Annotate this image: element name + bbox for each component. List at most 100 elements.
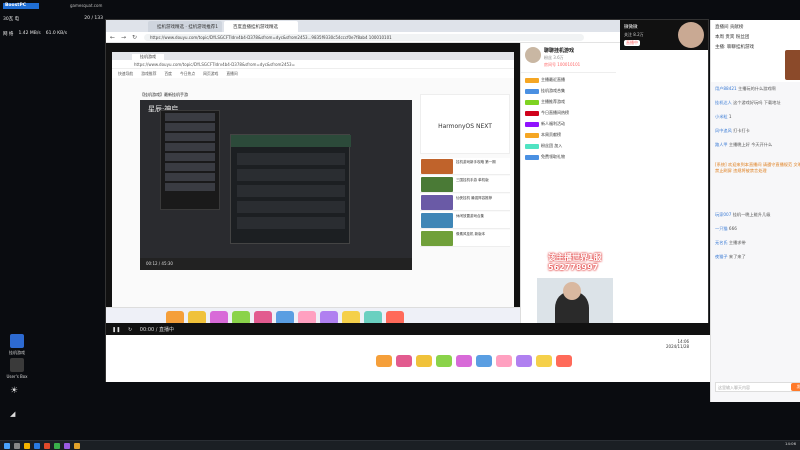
overlay-net-label: 网 络 (3, 32, 14, 37)
overlay-download: 61.0 KB/s (45, 31, 68, 36)
inner-tab-strip: 挂机游戏 (112, 52, 514, 60)
streamer-name: 聊聊挂机游戏 (544, 48, 575, 54)
side-video-item: 三国挂机手游 单机版 (420, 176, 510, 193)
avatar[interactable] (525, 47, 541, 63)
refresh-icon[interactable]: ↻ (128, 327, 132, 333)
inner-video-frame: 星辰·神启 (140, 100, 412, 258)
panel-item[interactable]: 本周贡献榜 (525, 132, 612, 141)
chat-message: 挂机达人 这个游戏好玩吗 下载地址 (715, 100, 781, 105)
bottom-gift-area: 14:06 2024/11/28 (106, 335, 710, 382)
start-icon[interactable] (4, 443, 10, 449)
bookmark: 直播间 (226, 71, 238, 76)
app-icon[interactable] (54, 443, 60, 449)
game-panel-header (231, 135, 351, 147)
brightness-icon[interactable]: ☀ (10, 386, 18, 396)
inner-video-page: 【挂机游戏】最新挂机手游 星辰·神启 00:12 / 45:30 Harmony… (112, 78, 514, 314)
chat-header-row[interactable]: 本周 贵宾 粉丝团 (715, 34, 749, 40)
taskbar: 14:06 (0, 440, 800, 450)
mini-cam-name: 微微微 (624, 25, 638, 30)
room-number: 房间号 100010101 (544, 62, 581, 67)
bookmark: 百度 (164, 71, 172, 76)
streamer-mini-cam: 微微微 关注 8.2万 直播中 (620, 20, 708, 50)
bookmark: 今日热点 (179, 71, 196, 76)
url-input[interactable]: https://www.douyu.com/topic/DYLSGCFTldrv… (144, 34, 584, 41)
system-clock: 14:06 (785, 441, 796, 446)
gift-icon[interactable] (436, 355, 452, 367)
panel-item[interactable]: 新人福利活动 (525, 121, 612, 130)
stream-video[interactable]: 挂机游戏 https://www.douyu.com/topic/DYLSGCF… (106, 43, 520, 323)
app-logo: BoostPC (3, 3, 39, 9)
gift-icon[interactable] (456, 355, 472, 367)
inner-bookmarks: 快速导航 游戏推荐 百度 今日热点 网页游戏 直播间 (112, 69, 514, 78)
gift-icon[interactable] (516, 355, 532, 367)
streamer-photo (678, 22, 704, 48)
app-icon[interactable] (44, 443, 50, 449)
ad-brand: HarmonyOS NEXT (438, 123, 492, 130)
event-banner[interactable] (785, 50, 800, 80)
gift-icon[interactable] (396, 355, 412, 367)
chat-message: 小米粒 1 (715, 114, 732, 119)
streamer-card: 聊聊挂机游戏 粉丝 3.6万 房间号 100010101 (521, 43, 616, 73)
bookmark: 网页游戏 (203, 71, 219, 76)
ad-card: HarmonyOS NEXT (420, 94, 510, 154)
inner-video-title: 【挂机游戏】最新挂机手游 (140, 92, 188, 97)
panel-item[interactable]: 粉丝团 加入 (525, 143, 612, 152)
side-video-item: 像素风挂机 新版本 (420, 230, 510, 247)
game-app-icon (10, 334, 24, 348)
browser-icon[interactable] (34, 443, 40, 449)
gift-icon[interactable] (536, 355, 552, 367)
chat-header-row[interactable]: 直播间 贡献榜 (715, 24, 743, 30)
panel-item[interactable]: 挂机游戏合集 (525, 88, 612, 97)
chat-message: 无名氏 主播求带 (715, 240, 746, 245)
desktop-icon-label: 挂机游戏 (9, 350, 25, 355)
side-video-item: 挂机游戏新手攻略 第一期 (420, 158, 510, 175)
chat-panel: 直播间 贡献榜 本周 贵宾 粉丝团 主播: 聊聊挂机游戏 用户88421 主播玩… (710, 20, 800, 402)
panel-item[interactable]: 主播推荐游戏 (525, 99, 612, 108)
gift-icon[interactable] (556, 355, 572, 367)
panel-item[interactable]: 主播最近直播 (525, 77, 612, 86)
game-panel (230, 134, 351, 244)
overlay-volume-label: 30瓦 电 (3, 17, 20, 22)
chat-header-row: 主播: 聊聊挂机游戏 (715, 45, 754, 50)
chat-input[interactable]: 这里输入聊天内容 (715, 382, 800, 392)
panel-item[interactable]: 今日直播间热榜 (525, 110, 612, 119)
gift-icon[interactable] (496, 355, 512, 367)
tab-2[interactable]: 百度直播挂机游戏精选 (224, 21, 298, 32)
desktop-icon-userbox[interactable]: User's Box (4, 358, 30, 379)
back-icon[interactable]: ← (108, 33, 117, 42)
player-controls: ❚❚ ↻ 00:00 / 直播中 (106, 323, 710, 335)
desktop-icon-game[interactable]: 挂机游戏 (4, 334, 30, 356)
side-video-item: 仙侠挂机 最强阵容推荐 (420, 194, 510, 211)
mini-cam-followers: 关注 8.2万 (624, 32, 644, 37)
folder-icon[interactable] (24, 443, 30, 449)
overlay-row-net: 网 络 1.42 MB/s 61.0 KB/s (3, 31, 103, 37)
signal-icon[interactable]: ◢ (10, 410, 15, 418)
chat-message: 一只猫 666 (715, 226, 737, 231)
game-menu (160, 110, 220, 210)
send-button[interactable]: 发送 (791, 383, 800, 391)
side-video-item: 休闲放置游戏合集 (420, 212, 510, 229)
app-icon[interactable] (74, 443, 80, 449)
chat-message: 路人甲 主播晚上好 今天开什么 (715, 142, 773, 147)
tab-1[interactable]: 挂机游戏精选 · 挂机游戏推荐1 (148, 21, 222, 32)
pause-icon[interactable]: ❚❚ (112, 327, 120, 333)
stream-overlay-text: 该主播世界1服 562778997 (548, 253, 602, 272)
gift-icon[interactable] (416, 355, 432, 367)
inner-browser: 挂机游戏 https://www.douyu.com/topic/DYLSGCF… (112, 52, 514, 314)
chat-header: 直播间 贡献榜 本周 贵宾 粉丝团 主播: 聊聊挂机游戏 (711, 20, 800, 82)
gift-icon[interactable] (476, 355, 492, 367)
inner-video-controls: 00:12 / 45:30 (140, 258, 412, 270)
gift-icon[interactable] (376, 355, 392, 367)
overlay-fps: 20 / 133 (84, 16, 103, 21)
player-clock: 14:06 2024/11/28 (666, 339, 690, 349)
folder-icon (10, 358, 24, 372)
app-icon[interactable] (64, 443, 70, 449)
chat-message: 玩家007 挂机一晚上能升几级 (715, 212, 771, 217)
refresh-icon[interactable]: ↻ (130, 33, 139, 42)
search-icon[interactable] (14, 443, 20, 449)
forward-icon[interactable]: → (119, 33, 128, 42)
bookmark: 快速导航 (118, 71, 134, 76)
performance-overlay: BoostPC gamesquat.com 30瓦 电 20 / 133 网 络… (0, 0, 105, 50)
panel-item[interactable]: 免费领取礼物 (525, 154, 612, 163)
live-badge: 直播中 (624, 40, 640, 46)
